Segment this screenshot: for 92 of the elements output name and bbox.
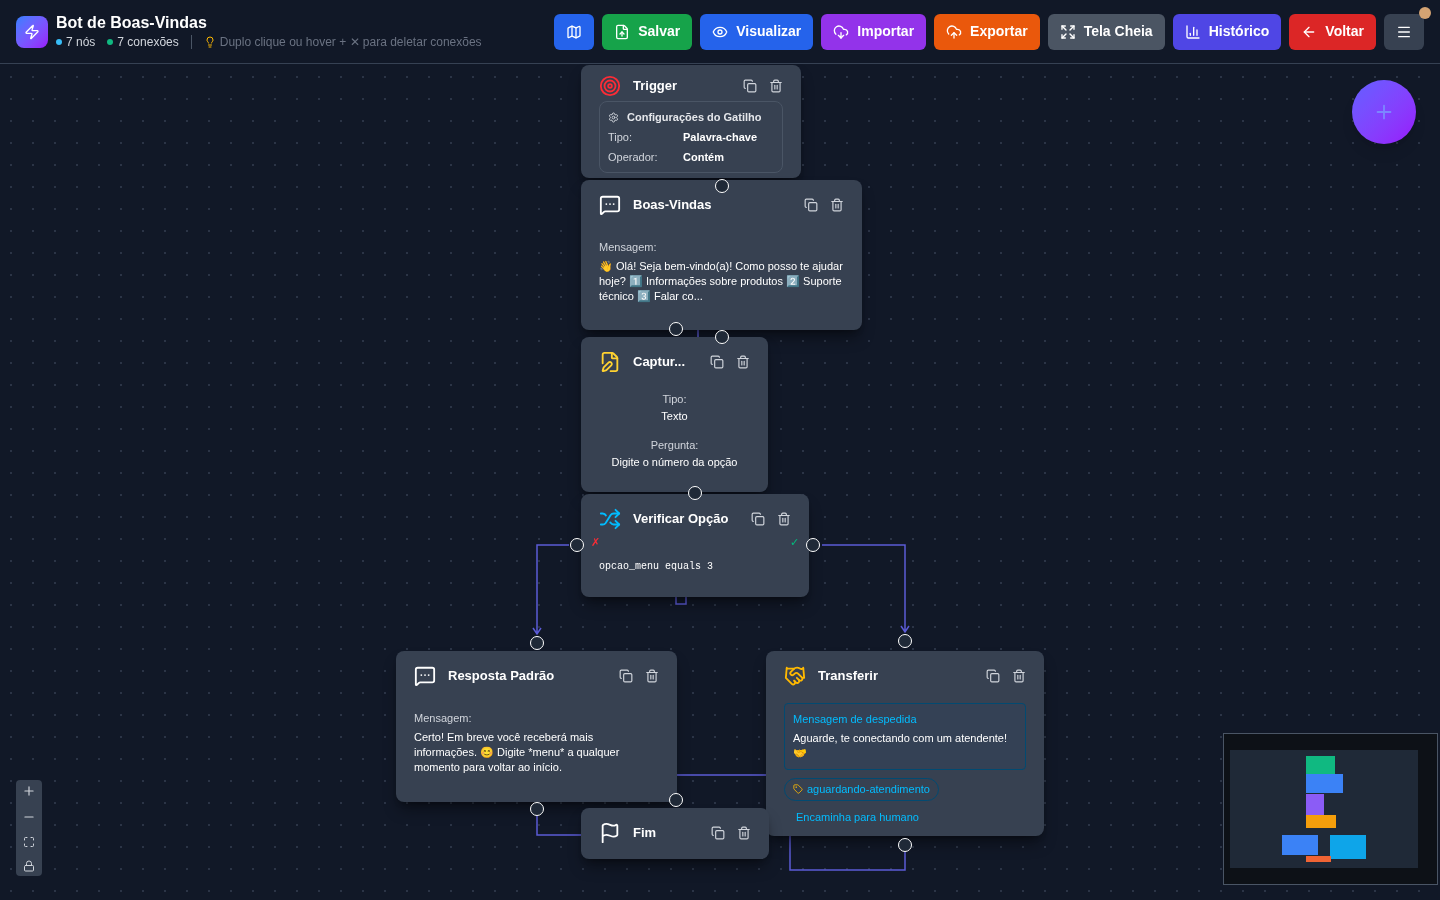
trash-icon[interactable]: [1012, 669, 1026, 683]
lightning-icon: [24, 23, 40, 40]
trash-icon[interactable]: [645, 669, 659, 683]
field-label: Pergunta:: [650, 439, 699, 452]
chat-bubble-icon: [414, 665, 436, 687]
copy-icon[interactable]: [619, 669, 633, 683]
node-title: Verificar Opção: [633, 510, 730, 529]
export-button[interactable]: Exportar: [934, 13, 1040, 50]
false-branch-mark: ✗: [591, 535, 600, 550]
fullscreen-button[interactable]: Tela Cheia: [1047, 13, 1165, 50]
pencil-document-icon: [599, 351, 621, 373]
farewell-label: Mensagem de despedida: [793, 712, 918, 727]
import-button[interactable]: Importar: [821, 13, 927, 50]
tag-text: aguardando-atendimento: [807, 782, 930, 797]
flow-node[interactable]: Captur... Tipo: Texto Pergunta: Digite o número da opção: [581, 337, 768, 492]
tag-icon: [793, 784, 803, 795]
node-title: Captur...: [633, 353, 686, 372]
copy-icon[interactable]: [986, 669, 1000, 683]
field-value: Contém: [683, 150, 724, 164]
trash-icon[interactable]: [736, 355, 750, 369]
trash-icon[interactable]: [777, 512, 791, 526]
hint-text: Duplo clique ou hover + ✕ para deletar conexões: [219, 33, 482, 51]
flow-node[interactable]: Verificar Opção ✗ ✓ opcao_menu equals 3: [581, 494, 809, 597]
message-text: Certo! Em breve você receberá mais informações. 😊 Digite *menu* a qualquer momento para voltar ao início.: [414, 730, 621, 775]
message-text: 👋 Olá! Seja bem-vindo(a)! Como posso te ajudar hoje? 1⃣ Informações sobre produtos 2⃣ Suporte técnico 3⃣ Falar co...: [599, 259, 844, 304]
node-title: Trigger: [633, 77, 679, 96]
bot-title: Bot de Boas-Vindas: [56, 12, 208, 33]
connection-handle[interactable]: [715, 330, 729, 344]
true-branch-mark: ✓: [790, 535, 799, 550]
copy-icon[interactable]: [751, 512, 765, 526]
trash-icon[interactable]: [737, 826, 751, 840]
map-icon: [566, 23, 583, 40]
message-label: Mensagem:: [414, 711, 473, 726]
bar-chart-icon: [1184, 23, 1201, 40]
field-value: Palavra-chave: [683, 130, 757, 144]
flow-node[interactable]: Boas-Vindas Mensagem: 👋 Olá! Seja bem-vindo(a)! Como posso te ajudar hoje? 1⃣ Informações sobre produtos 2⃣ Suporte técnico 3⃣ Falar co...: [581, 180, 862, 330]
connection-handle[interactable]: [570, 538, 584, 552]
connection-handle[interactable]: [715, 179, 729, 193]
transfer-note: Encaminha para humano: [795, 809, 920, 825]
fit-view-icon[interactable]: [23, 836, 35, 848]
field-value: Texto: [661, 410, 688, 423]
expand-icon: [1059, 23, 1076, 40]
connection-handle[interactable]: [669, 322, 683, 336]
connection-handle[interactable]: [898, 634, 912, 648]
cloud-upload-icon: [946, 23, 963, 40]
menu-button[interactable]: [1384, 13, 1424, 50]
add-node-button[interactable]: [1352, 80, 1416, 144]
history-button[interactable]: Histórico: [1172, 13, 1282, 50]
field-value: Digite o número da opção: [611, 456, 738, 469]
chat-bubble-icon: [599, 194, 621, 216]
farewell-text: Aguarde, te conectando com um atendente! 🤝: [793, 731, 1009, 761]
connection-handle[interactable]: [669, 793, 683, 807]
upload-file-icon: [614, 23, 631, 40]
config-title: Configurações do Gatilho: [627, 110, 762, 124]
view-button[interactable]: Visualizar: [700, 13, 814, 50]
node-title: Resposta Padrão: [448, 667, 556, 686]
node-title: Fim: [633, 824, 658, 843]
shuffle-icon: [599, 508, 621, 530]
node-title: Boas-Vindas: [633, 196, 713, 215]
copy-icon[interactable]: [804, 198, 818, 212]
minimap[interactable]: [1223, 733, 1438, 885]
trash-icon[interactable]: [830, 198, 844, 212]
lock-icon[interactable]: [23, 860, 35, 872]
stat-text: 7 conexões: [117, 33, 179, 51]
connection-handle[interactable]: [898, 838, 912, 852]
copy-icon[interactable]: [711, 826, 725, 840]
field-label: Tipo:: [662, 393, 687, 406]
zoom-in-icon[interactable]: [22, 784, 36, 798]
handshake-icon: [784, 665, 806, 687]
stat-text: 7 nós: [66, 33, 96, 51]
connection-handle[interactable]: [530, 802, 544, 816]
target-icon: [599, 75, 621, 97]
trash-icon[interactable]: [769, 79, 783, 93]
message-label: Mensagem:: [599, 240, 658, 255]
copy-icon[interactable]: [710, 355, 724, 369]
flag-icon: [599, 822, 621, 844]
condition-expression: opcao_menu equals 3: [599, 559, 715, 574]
cloud-download-icon: [833, 23, 850, 40]
back-button[interactable]: Voltar: [1289, 13, 1376, 50]
flow-node[interactable]: Transferir Mensagem de despedida Aguarde, te conectando com um atendente! 🤝 aguardando-atendimento Encaminha para humano: [766, 651, 1044, 836]
copy-icon[interactable]: [743, 79, 757, 93]
flow-node[interactable]: Fim: [581, 808, 769, 859]
flow-node[interactable]: Trigger Configurações do Gatilho Tipo: Palavra-chave Operador: Contém: [581, 65, 801, 178]
connection-handle[interactable]: [806, 538, 820, 552]
flow-node[interactable]: Resposta Padrão Mensagem: Certo! Em breve você receberá mais informações. 😊 Digite *menu* a qualquer momento para voltar ao início.: [396, 651, 677, 802]
field-label: Tipo:: [608, 130, 634, 144]
map-button[interactable]: [554, 13, 595, 50]
connection-handle[interactable]: [530, 636, 544, 650]
node-title: Transferir: [818, 667, 879, 686]
field-label: Operador:: [608, 150, 659, 164]
gear-icon: [608, 111, 619, 123]
lightbulb-icon: [203, 35, 216, 48]
